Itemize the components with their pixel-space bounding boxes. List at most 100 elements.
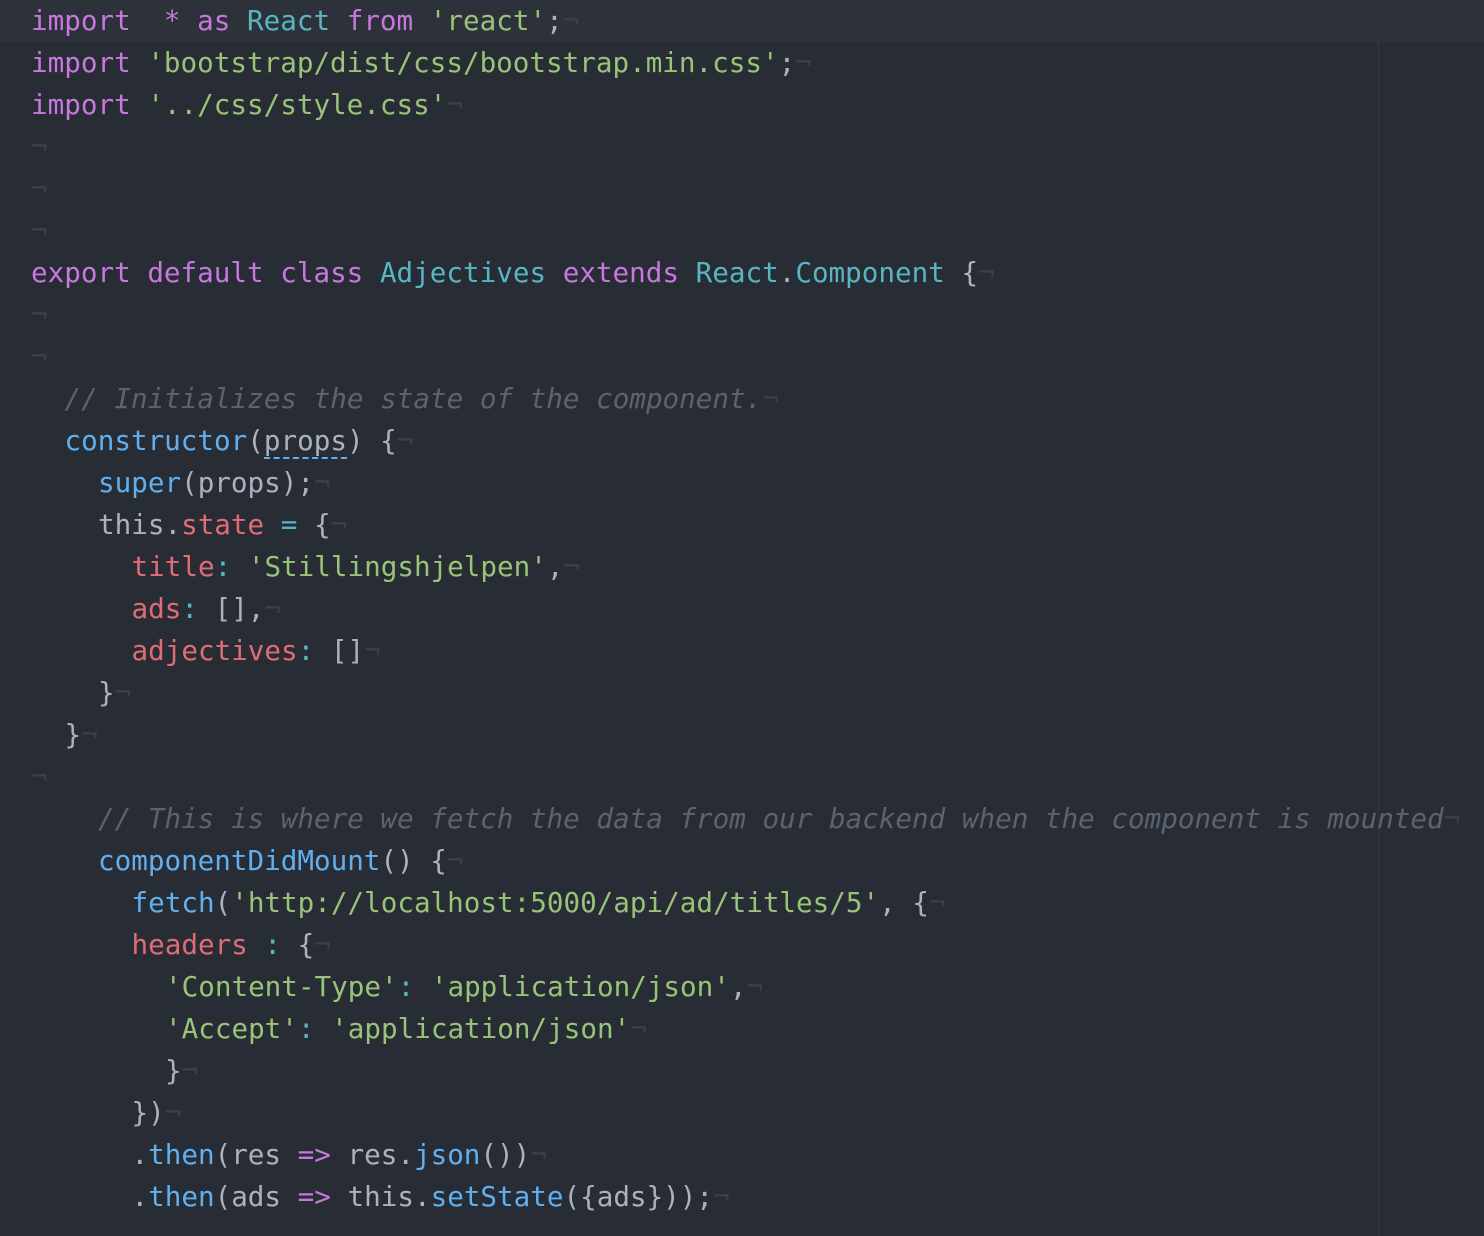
code-line[interactable]: componentDidMount() {¬ xyxy=(31,840,1484,882)
code-line[interactable]: ¬ xyxy=(31,126,1484,168)
code-token: then xyxy=(148,1180,215,1213)
end-of-line-marker: ¬ xyxy=(264,592,282,625)
end-of-line-marker: ¬ xyxy=(762,382,779,415)
code-line[interactable]: 'Content-Type': 'application/json',¬ xyxy=(31,966,1484,1008)
code-line[interactable]: .then(ads => this.setState({ads}));¬ xyxy=(31,1176,1484,1218)
code-line[interactable]: 'Accept': 'application/json'¬ xyxy=(31,1008,1484,1050)
end-of-line-marker: ¬ xyxy=(396,424,414,457)
code-token: : xyxy=(264,928,282,961)
end-of-line-marker: ¬ xyxy=(31,130,48,163)
code-line[interactable]: export default class Adjectives extends … xyxy=(31,252,1484,294)
code-line[interactable]: import * as React from 'react';¬ xyxy=(0,0,1484,42)
end-of-line-marker: ¬ xyxy=(31,172,48,205)
code-token: props xyxy=(263,424,347,459)
code-lines[interactable]: import * as React from 'react';¬ import '… xyxy=(0,0,1484,1218)
end-of-line-marker: ¬ xyxy=(562,4,580,37)
code-line[interactable]: ¬ xyxy=(31,756,1484,798)
code-line[interactable]: // This is where we fetch the data from … xyxy=(31,798,1484,840)
code-line[interactable]: fetch('http://localhost:5000/api/ad/titl… xyxy=(31,882,1484,924)
code-line[interactable]: .then(res => res.json())¬ xyxy=(31,1134,1484,1176)
code-line[interactable]: constructor(props) {¬ xyxy=(31,420,1484,462)
code-token: class xyxy=(280,256,364,289)
code-line[interactable]: title: 'Stillingshjelpen',¬ xyxy=(31,546,1484,588)
code-token: . xyxy=(131,1180,149,1213)
code-token: setState xyxy=(430,1180,564,1213)
code-token: (props); xyxy=(181,466,314,499)
code-token: : xyxy=(297,1012,315,1045)
code-token: . xyxy=(778,256,796,289)
code-token: 'http://localhost:5000/api/ad/titles/5' xyxy=(231,886,880,919)
code-line[interactable]: import '../css/style.css'¬ xyxy=(31,84,1484,126)
end-of-line-marker: ¬ xyxy=(114,676,132,709)
end-of-line-marker: ¬ xyxy=(31,760,48,793)
code-token: ({ads})); xyxy=(563,1180,713,1213)
code-line[interactable]: this.state = {¬ xyxy=(31,504,1484,546)
code-token: , xyxy=(546,550,564,583)
code-token: componentDidMount xyxy=(98,844,381,877)
end-of-line-marker: ¬ xyxy=(446,88,463,121)
code-token: , { xyxy=(879,886,929,919)
code-token: 'react' xyxy=(429,4,547,37)
code-line[interactable]: ¬ xyxy=(31,168,1484,210)
end-of-line-marker: ¬ xyxy=(31,298,48,331)
code-line[interactable]: headers : {¬ xyxy=(31,924,1484,966)
end-of-line-marker: ¬ xyxy=(31,214,48,247)
code-token: ( xyxy=(214,886,232,919)
end-of-line-marker: ¬ xyxy=(530,1138,547,1171)
code-token: headers xyxy=(131,928,248,961)
end-of-line-marker: ¬ xyxy=(795,46,812,79)
code-token: Component xyxy=(795,256,945,289)
code-line[interactable]: ads: [],¬ xyxy=(31,588,1484,630)
code-line[interactable]: }¬ xyxy=(31,672,1484,714)
code-token: ()) xyxy=(480,1138,531,1171)
code-token: ) { xyxy=(346,424,397,457)
code-token: : xyxy=(181,592,198,625)
code-token: . xyxy=(131,1138,149,1171)
code-line[interactable]: ¬ xyxy=(31,336,1484,378)
code-token: import xyxy=(31,46,131,79)
code-line[interactable]: })¬ xyxy=(31,1092,1484,1134)
code-line[interactable]: }¬ xyxy=(31,714,1484,756)
code-token: , xyxy=(729,970,747,1003)
code-token: title xyxy=(131,550,215,583)
code-token: 'Stillingshjelpen' xyxy=(247,550,547,583)
code-token: = xyxy=(280,508,298,541)
code-line[interactable]: ¬ xyxy=(31,294,1484,336)
code-token: default xyxy=(147,256,264,289)
code-token: [] xyxy=(314,634,365,667)
code-line[interactable]: super(props);¬ xyxy=(31,462,1484,504)
end-of-line-marker: ¬ xyxy=(181,1054,199,1087)
code-token: } xyxy=(64,718,82,751)
code-token: Adjectives xyxy=(379,256,547,289)
code-line[interactable]: // Initializes the state of the componen… xyxy=(31,378,1484,420)
code-line[interactable]: import 'bootstrap/dist/css/bootstrap.min… xyxy=(31,42,1484,84)
code-token: ; xyxy=(546,4,563,37)
end-of-line-marker: ¬ xyxy=(630,1012,647,1045)
code-line[interactable]: }¬ xyxy=(31,1050,1484,1092)
code-token: ; xyxy=(778,46,796,79)
code-token: 'application/json' xyxy=(430,970,730,1003)
code-line[interactable]: adjectives: []¬ xyxy=(31,630,1484,672)
code-editor[interactable]: import * as React from 'react';¬ import '… xyxy=(0,0,1484,1236)
code-token: constructor xyxy=(64,424,248,457)
code-token: React xyxy=(247,4,331,37)
code-token: then xyxy=(148,1138,215,1171)
end-of-line-marker: ¬ xyxy=(928,886,946,919)
end-of-line-marker: ¬ xyxy=(31,340,48,373)
code-token: React xyxy=(695,256,779,289)
end-of-line-marker: ¬ xyxy=(746,970,764,1003)
code-token: // Initializes the state of the componen… xyxy=(64,382,763,415)
code-token: 'application/json' xyxy=(331,1012,631,1045)
code-line[interactable]: ¬ xyxy=(31,210,1484,252)
